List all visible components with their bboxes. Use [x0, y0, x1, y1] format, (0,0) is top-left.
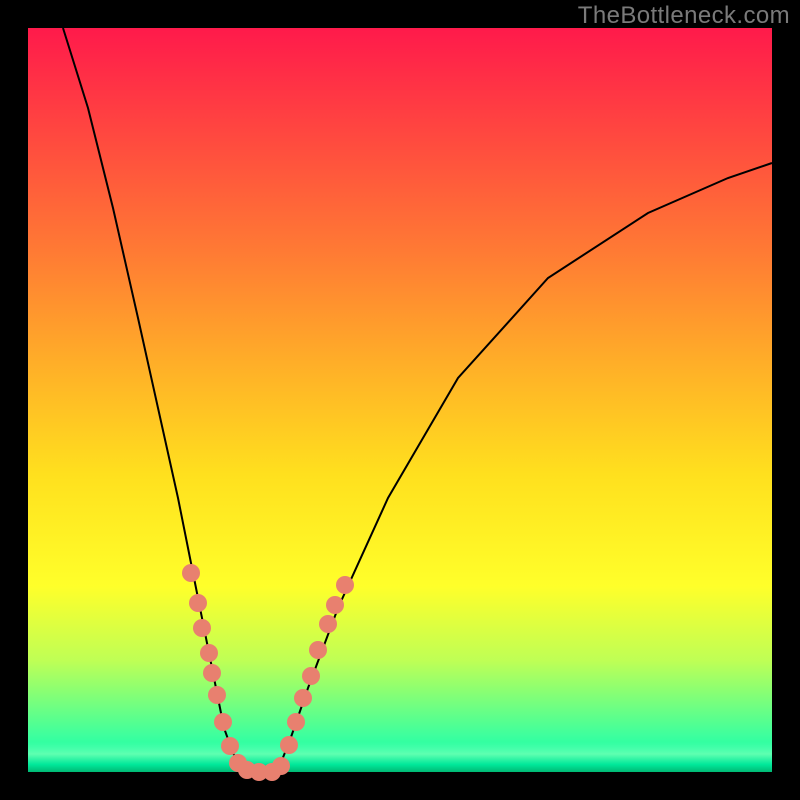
- data-point: [200, 644, 218, 662]
- data-point: [336, 576, 354, 594]
- data-point: [189, 594, 207, 612]
- bottleneck-curve: [28, 28, 772, 772]
- data-point: [319, 615, 337, 633]
- data-point: [203, 664, 221, 682]
- data-point: [193, 619, 211, 637]
- data-point: [214, 713, 232, 731]
- dot-layer: [182, 564, 354, 781]
- data-point: [208, 686, 226, 704]
- curve-path: [63, 28, 772, 772]
- data-point: [287, 713, 305, 731]
- data-point: [182, 564, 200, 582]
- data-point: [294, 689, 312, 707]
- data-point: [326, 596, 344, 614]
- data-point: [221, 737, 239, 755]
- data-point: [272, 757, 290, 775]
- watermark-text: TheBottleneck.com: [578, 2, 790, 30]
- data-point: [302, 667, 320, 685]
- data-point: [280, 736, 298, 754]
- data-point: [309, 641, 327, 659]
